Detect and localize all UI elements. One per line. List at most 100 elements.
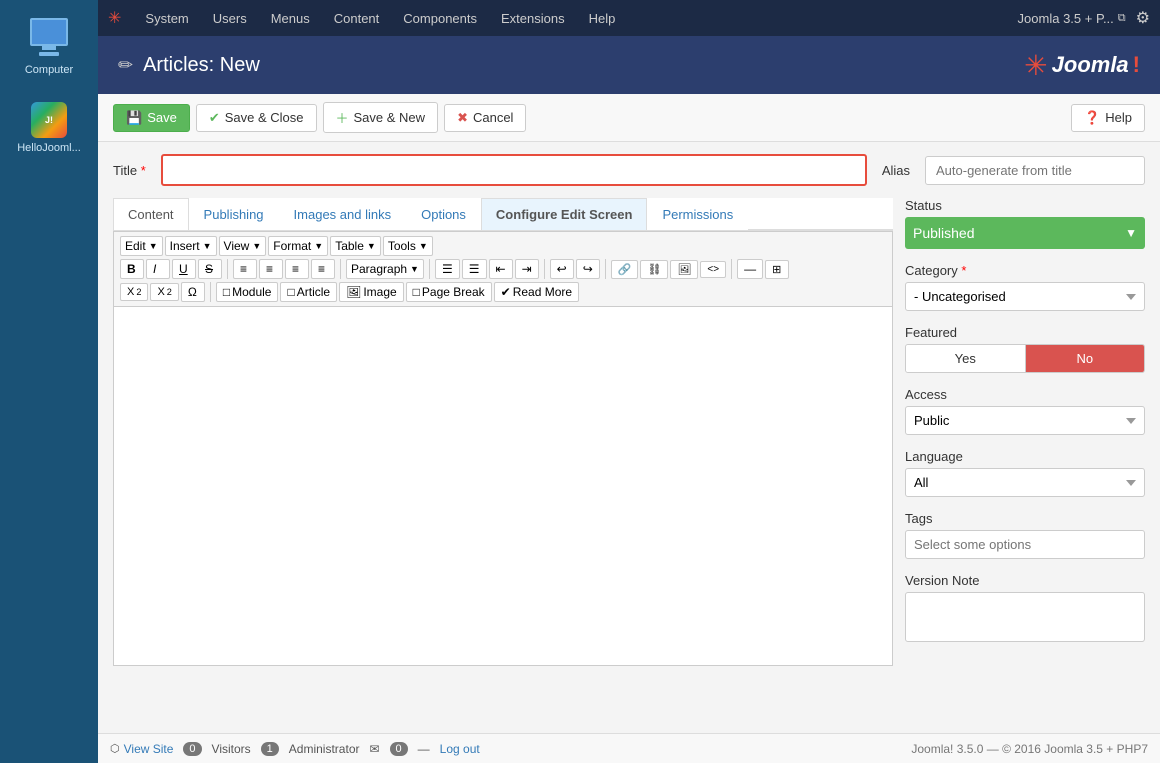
special-char-button[interactable]: Ω [181,282,205,302]
code-button[interactable]: <> [700,261,726,278]
page-break-button[interactable]: □ Page Break [406,282,492,302]
help-icon: ❓ [1084,110,1100,126]
language-select[interactable]: All [905,468,1145,497]
access-select[interactable]: Public [905,406,1145,435]
article-icon: □ [287,285,294,299]
sep1 [227,259,228,279]
tabs: Content Publishing Images and links Opti… [113,198,893,230]
sep3 [429,259,430,279]
admin-label: Administrator [289,742,360,756]
italic-button[interactable]: I [146,259,170,279]
article-button[interactable]: □ Article [280,282,337,302]
sidebar-item-hellojoomla[interactable]: J! HelloJooml... [11,94,87,162]
top-nav: ✳ System Users Menus Content Components … [98,0,1160,36]
tab-content[interactable]: Content [113,198,189,230]
nav-item-help[interactable]: Help [579,7,626,30]
help-button[interactable]: ❓ Help [1071,104,1145,132]
email-icon: ✉ [369,742,379,756]
undo-button[interactable]: ↩ [550,259,574,279]
joomla-brand: ✳ Joomla ! [1024,49,1140,82]
version-note-field: Version Note [905,573,1145,642]
nav-item-components[interactable]: Components [393,7,487,30]
insert-menu[interactable]: Insert ▼ [165,236,217,256]
read-more-button[interactable]: ✔ Read More [494,282,579,302]
visitors-label: Visitors [212,742,251,756]
align-left-button[interactable]: ≡ [233,259,257,279]
brand-text: Joomla [1052,52,1129,78]
category-label: Category * [905,263,1145,278]
access-field: Access Public [905,387,1145,435]
insert-caret-icon: ▼ [203,241,212,251]
image-insert-button[interactable]: 🖼 Image [339,282,404,302]
settings-gear-icon[interactable]: ⚙ [1136,8,1150,28]
edit-menu[interactable]: Edit ▼ [120,236,163,256]
bold-button[interactable]: B [120,259,144,279]
align-justify-button[interactable]: ≡ [311,259,335,279]
nav-item-menus[interactable]: Menus [261,7,320,30]
image-button[interactable]: 🖼 [670,260,698,279]
align-right-button[interactable]: ≡ [285,259,309,279]
indent-button[interactable]: ⇥ [515,259,539,279]
table-caret-icon: ▼ [367,241,376,251]
view-site-link[interactable]: View Site [124,742,174,756]
format-menu[interactable]: Format ▼ [268,236,328,256]
save-close-button[interactable]: ✔ Save & Close [196,104,317,132]
category-select[interactable]: - Uncategorised [905,282,1145,311]
tab-publishing[interactable]: Publishing [189,198,279,230]
strikethrough-button[interactable]: S [198,259,222,279]
ul-button[interactable]: ☰ [435,259,460,279]
outdent-button[interactable]: ⇤ [489,259,513,279]
tools-menu[interactable]: Tools ▼ [383,236,433,256]
paragraph-dropdown[interactable]: Paragraph ▼ [346,259,424,279]
featured-yes-button[interactable]: Yes [906,345,1026,372]
main-area: ✳ System Users Menus Content Components … [98,0,1160,763]
joomla-logo-nav: ✳ [108,8,121,28]
alias-input[interactable] [925,156,1145,185]
unlink-button[interactable]: ⛓ [640,260,668,279]
align-center-button[interactable]: ≡ [259,259,283,279]
tab-permissions[interactable]: Permissions [647,198,748,230]
title-input[interactable] [161,154,867,186]
alias-label: Alias [882,163,910,178]
nav-item-users[interactable]: Users [203,7,257,30]
status-dropdown[interactable]: Published ▼ [905,217,1145,249]
sidebar-item-computer[interactable]: Computer [19,10,79,84]
table-menu[interactable]: Table ▼ [330,236,381,256]
sidebar-computer-label: Computer [25,64,73,76]
nav-item-content[interactable]: Content [324,7,390,30]
nav-user-info[interactable]: Joomla 3.5 + P... ⧉ [1018,11,1126,26]
featured-no-button[interactable]: No [1026,345,1145,372]
tools-caret-icon: ▼ [419,241,428,251]
brand-exclaim: ! [1133,52,1140,78]
save-button[interactable]: 💾 Save [113,104,190,132]
view-menu[interactable]: View ▼ [219,236,267,256]
category-field: Category * - Uncategorised [905,263,1145,311]
sidebar-hellojoomla-label: HelloJooml... [17,142,81,154]
cancel-button[interactable]: ✖ Cancel [444,104,526,132]
module-icon: □ [223,285,230,299]
floppy-icon: 💾 [126,110,142,126]
redo-button[interactable]: ↪ [576,259,600,279]
hr-button[interactable]: — [737,259,763,279]
link-button[interactable]: 🔗 [611,260,639,279]
ol-button[interactable]: ☰ [462,259,487,279]
editor-body[interactable] [113,306,893,666]
version-note-input[interactable] [905,592,1145,642]
editor-menu-row: Edit ▼ Insert ▼ View ▼ Format [120,236,886,256]
tab-configure-edit[interactable]: Configure Edit Screen [481,198,648,230]
save-new-button[interactable]: ＋ Save & New [323,102,439,133]
nav-item-system[interactable]: System [135,7,198,30]
table-insert-button[interactable]: ⊞ [765,260,789,279]
subscript-button[interactable]: X2 [120,283,148,301]
tab-images-links[interactable]: Images and links [279,198,407,230]
superscript-button[interactable]: X2 [150,283,178,301]
title-row: Title * Alias [113,154,1145,186]
module-button[interactable]: □ Module [216,282,279,302]
tags-input[interactable] [905,530,1145,559]
content-area: Title * Alias Content Publishing Images … [98,142,1160,733]
tab-options[interactable]: Options [406,198,481,230]
logout-link[interactable]: Log out [440,742,480,756]
view-site-icon: ⬡ [110,742,120,755]
nav-item-extensions[interactable]: Extensions [491,7,575,30]
underline-button[interactable]: U [172,259,196,279]
